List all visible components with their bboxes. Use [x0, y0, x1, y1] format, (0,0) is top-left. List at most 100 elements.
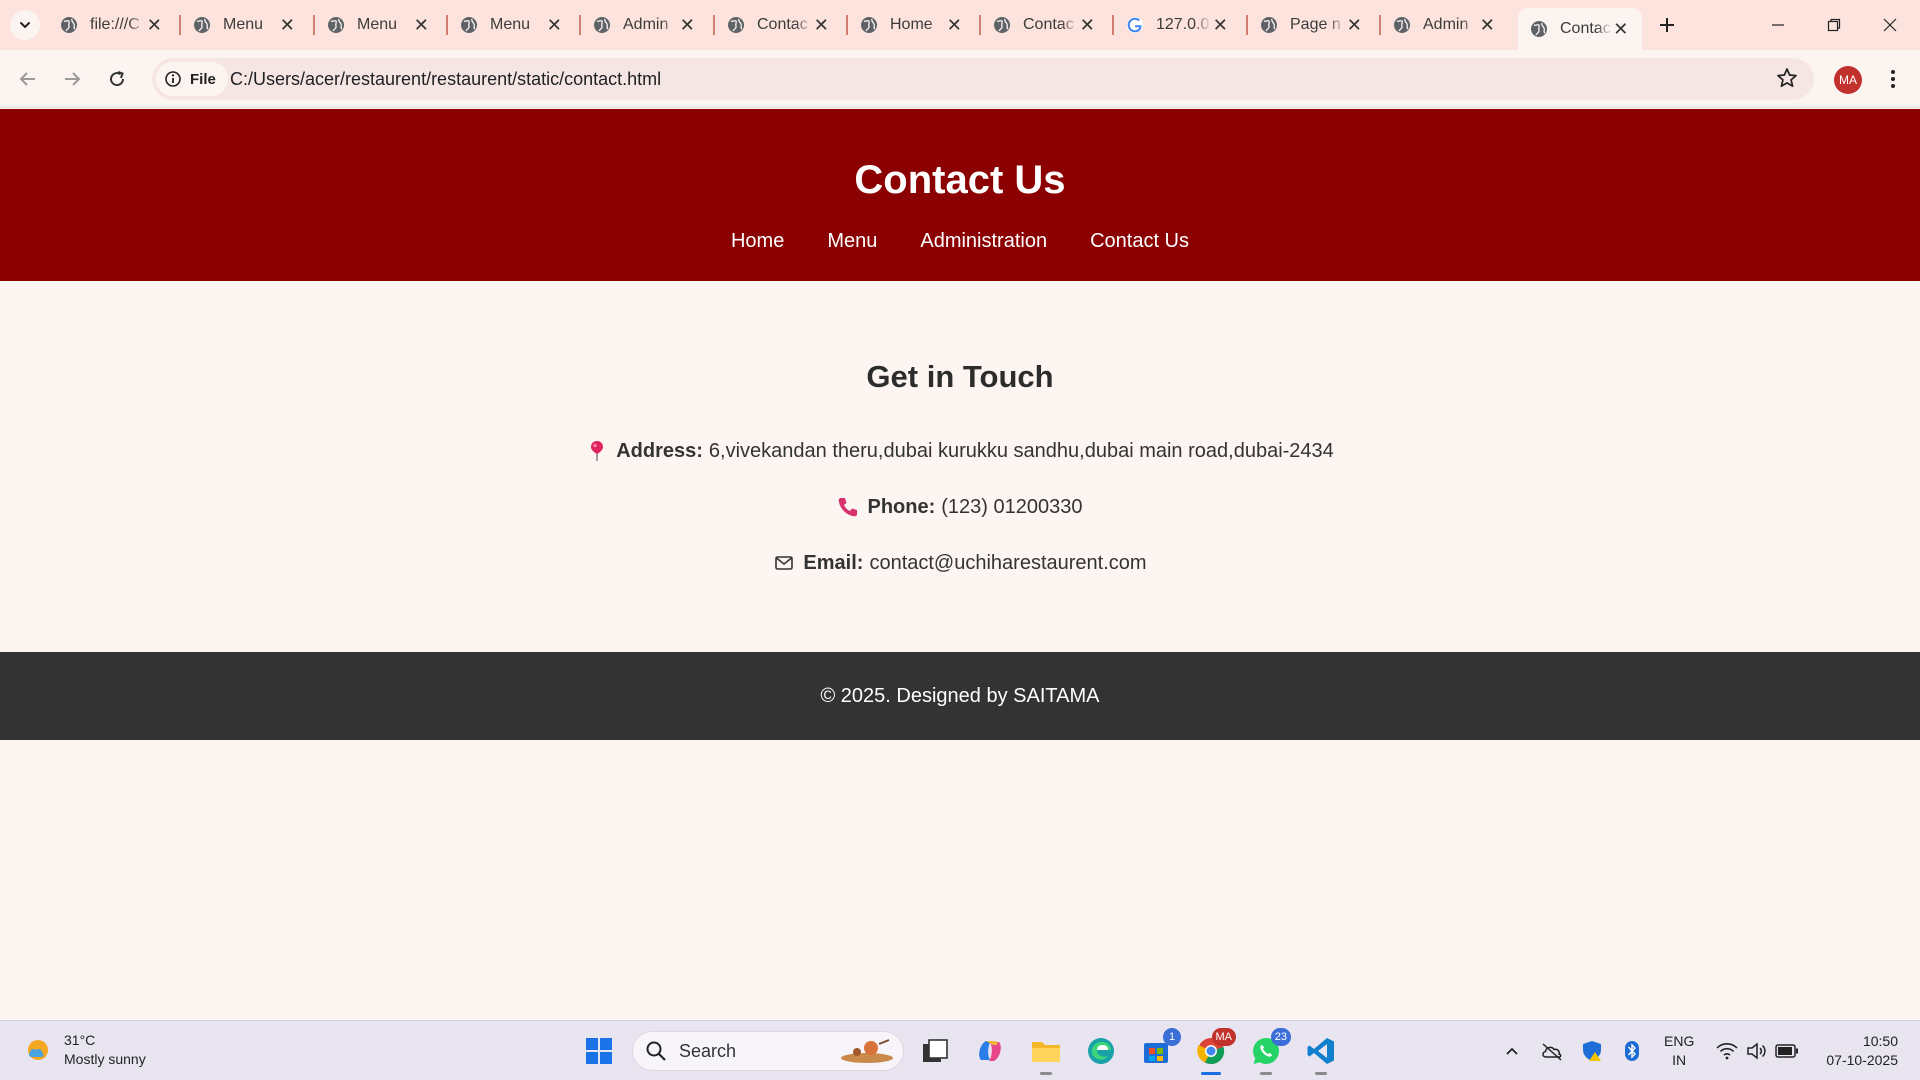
store-badge: 1 — [1163, 1028, 1181, 1046]
address-label: Address: — [616, 439, 703, 462]
new-tab-button[interactable] — [1652, 10, 1682, 40]
weather-temp: 31°C — [64, 1032, 96, 1048]
phone-label: Phone: — [867, 495, 936, 518]
forward-button[interactable] — [56, 63, 88, 95]
clock[interactable]: 10:50 07-10-2025 — [1818, 1032, 1898, 1070]
vscode-button[interactable] — [1303, 1033, 1339, 1075]
globe-icon — [994, 17, 1010, 33]
profile-avatar[interactable]: MA — [1834, 66, 1862, 94]
tab[interactable]: Home ✕ — [848, 8, 976, 42]
lang-bottom: IN — [1672, 1052, 1687, 1068]
tab[interactable]: Admin ✕ — [1381, 8, 1509, 42]
tab[interactable]: Admin ✕ — [581, 8, 709, 42]
bookmark-button[interactable] — [1776, 67, 1798, 94]
search-icon — [646, 1041, 666, 1061]
edge-button[interactable] — [1083, 1033, 1119, 1069]
tab-close-button[interactable]: ✕ — [278, 15, 297, 36]
input-language[interactable]: ENG IN — [1664, 1032, 1694, 1070]
copilot-button[interactable] — [972, 1033, 1008, 1069]
tab[interactable]: Menu ✕ — [181, 8, 309, 42]
security-button[interactable] — [1580, 1039, 1604, 1063]
minimize-button[interactable] — [1750, 0, 1806, 50]
folder-icon — [1032, 1042, 1060, 1062]
back-button[interactable] — [12, 63, 44, 95]
close-window-button[interactable] — [1862, 0, 1918, 50]
nav-link-administration[interactable]: Administration — [920, 230, 1047, 253]
battery-button[interactable] — [1775, 1039, 1799, 1063]
taskbar: 31°C Mostly sunny Search 1 MA 23 ENG IN … — [0, 1020, 1920, 1080]
volume-button[interactable] — [1745, 1039, 1769, 1063]
wifi-button[interactable] — [1715, 1039, 1739, 1063]
file-explorer-button[interactable] — [1028, 1033, 1064, 1075]
envelope-icon — [773, 556, 795, 570]
nav-link-home[interactable]: Home — [731, 230, 784, 253]
tab[interactable]: Contac ✕ — [715, 8, 843, 42]
tab-close-button[interactable]: ✕ — [812, 15, 831, 36]
globe-icon — [594, 17, 610, 33]
contact-section: Get in Touch Address: 6,vivekandan theru… — [0, 281, 1920, 591]
store-button[interactable]: 1 — [1138, 1028, 1181, 1069]
phone-icon — [837, 496, 859, 518]
tab-close-button[interactable]: ✕ — [678, 15, 697, 36]
chrome-button[interactable]: MA — [1193, 1028, 1236, 1075]
tab-close-button[interactable]: ✕ — [1211, 15, 1230, 36]
onedrive-button[interactable] — [1540, 1039, 1564, 1063]
phone-row: Phone: (123) 01200330 — [0, 479, 1920, 535]
globe-icon — [1531, 21, 1547, 37]
tab-close-button[interactable]: ✕ — [1478, 15, 1497, 36]
show-hidden-icons-button[interactable] — [1500, 1039, 1524, 1063]
minimize-icon — [1772, 24, 1784, 26]
tab[interactable]: 127.0.0 ✕ — [1114, 8, 1242, 42]
tab-search-button[interactable] — [10, 10, 40, 40]
search-highlight-art-icon — [841, 1039, 893, 1063]
reload-icon — [110, 71, 125, 87]
tab-close-button[interactable]: ✕ — [545, 15, 564, 36]
plus-icon — [1660, 18, 1674, 32]
restore-button[interactable] — [1806, 0, 1862, 50]
globe-icon — [194, 17, 210, 33]
weather-widget[interactable]: 31°C Mostly sunny — [24, 1031, 146, 1069]
tab[interactable]: Page n ✕ — [1248, 8, 1376, 42]
speaker-icon — [1747, 1042, 1766, 1060]
tab-close-button[interactable]: ✕ — [1345, 15, 1364, 36]
nav-link-menu[interactable]: Menu — [827, 230, 877, 253]
tab[interactable]: Menu ✕ — [315, 8, 443, 42]
site-nav: Home Menu Administration Contact Us — [0, 230, 1920, 253]
tab-title: Contac — [757, 16, 808, 33]
tab-title: Menu — [223, 16, 264, 33]
globe-icon — [461, 17, 477, 33]
copilot-icon — [979, 1041, 1001, 1061]
footer-text: © 2025. Designed by SAITAMA — [820, 684, 1100, 707]
nav-link-contact[interactable]: Contact Us — [1090, 230, 1189, 253]
vscode-icon — [1307, 1038, 1334, 1064]
more-vertical-icon — [1891, 70, 1895, 88]
tab-close-button[interactable]: ✕ — [145, 15, 164, 36]
address-bar[interactable]: File C:/Users/acer/restaurent/restaurent… — [152, 58, 1814, 100]
tab[interactable]: file:///C ✕ — [48, 8, 176, 42]
bluetooth-button[interactable] — [1620, 1039, 1644, 1063]
tab-title: Admin — [1423, 16, 1469, 33]
tab-close-button[interactable]: ✕ — [1612, 19, 1630, 40]
tab-close-button[interactable]: ✕ — [1078, 15, 1097, 36]
tab-strip: file:///C ✕ Menu ✕ Menu ✕ Menu ✕ Admin ✕ Contac ✕ Ho… — [0, 0, 1920, 50]
browser-menu-button[interactable] — [1880, 63, 1906, 95]
tab[interactable]: Contac ✕ — [981, 8, 1109, 42]
site-info-chip[interactable]: File — [156, 62, 228, 96]
taskbar-search[interactable]: Search — [632, 1031, 904, 1071]
tab[interactable]: Menu ✕ — [448, 8, 576, 42]
globe-icon — [728, 17, 744, 33]
tab-active[interactable]: Contac ✕ — [1518, 8, 1642, 50]
site-chip-label: File — [190, 70, 216, 88]
weather-desc: Mostly sunny — [64, 1051, 146, 1067]
tab-close-button[interactable]: ✕ — [945, 15, 964, 36]
email-label: Email: — [803, 551, 864, 574]
tab-title: Contac — [1560, 20, 1611, 37]
windows-logo-icon — [586, 1038, 612, 1064]
tab-close-button[interactable]: ✕ — [412, 15, 431, 36]
start-button[interactable] — [581, 1033, 617, 1069]
whatsapp-button[interactable]: 23 — [1248, 1028, 1291, 1075]
task-view-button[interactable] — [917, 1033, 953, 1069]
taskbar-search-placeholder: Search — [679, 1040, 737, 1061]
reload-button[interactable] — [101, 63, 133, 95]
url-text[interactable]: C:/Users/acer/restaurent/restaurent/stat… — [230, 69, 661, 90]
